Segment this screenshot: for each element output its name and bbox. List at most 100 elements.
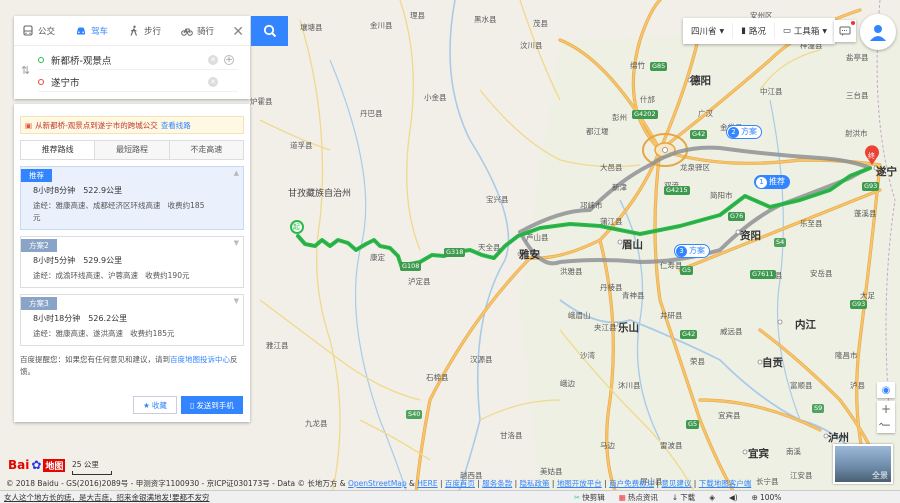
favorite-button[interactable]: ★ 收藏 <box>133 396 177 414</box>
map-label: 青神县 <box>622 291 645 300</box>
footer-link[interactable]: 商户免费标注 <box>609 479 654 488</box>
end-tag[interactable]: 终 <box>868 151 875 161</box>
chevron-down-icon[interactable]: ▼ <box>234 297 239 305</box>
map-label: 自贡 <box>762 357 783 369</box>
route-tag-number: 2 <box>728 126 739 138</box>
search-button[interactable] <box>251 16 288 46</box>
chevron-up-icon[interactable]: ▲ <box>234 169 239 177</box>
route-plan-1[interactable]: 推荐 ▲ 8小时8分钟 522.9公里 途经：雅康高速、成都经济区环线高速 收费约… <box>20 166 244 230</box>
here-link[interactable]: HERE <box>417 479 437 488</box>
route-tag-2[interactable]: 2 方案 <box>726 125 762 139</box>
hot-news-button[interactable]: ▦ 热点资讯 <box>619 492 658 503</box>
highway-shield: G93 <box>862 182 880 191</box>
download-button[interactable]: ↓ 下载 <box>672 492 695 503</box>
map-label: 丹棱县 <box>600 283 623 292</box>
traffic-icon: ▮ <box>741 26 746 36</box>
quick-clip-button[interactable]: ✂ 快剪辑 <box>574 492 605 503</box>
footer-link[interactable]: 百度首页 <box>445 479 475 488</box>
route-plan-2[interactable]: 方案2 ▼ 8小时5分钟 529.9公里 途经：成渝环线高速、沪蓉高速 收费约19… <box>20 236 244 288</box>
route-tag-3[interactable]: 3 方案 <box>674 244 710 258</box>
tab-bus[interactable]: 公交 <box>22 24 75 37</box>
map-label: 新津 <box>612 183 627 192</box>
view-lines-link[interactable]: 查看线路 <box>161 120 191 131</box>
tab-walk[interactable]: 步行 <box>128 25 181 37</box>
tab-bike-label: 骑行 <box>197 26 215 37</box>
shield-status[interactable]: ◈ <box>709 493 715 502</box>
user-avatar[interactable] <box>860 14 896 50</box>
highway-shield: G318 <box>444 248 466 257</box>
message-button[interactable] <box>834 20 856 42</box>
chevron-down-icon[interactable]: ▼ <box>234 239 239 247</box>
osm-link[interactable]: OpenStreetMap <box>348 479 407 488</box>
add-waypoint-icon[interactable]: + <box>224 54 234 65</box>
highway-shield: G42 <box>690 130 708 139</box>
map-label: 泸县 <box>850 381 865 390</box>
highway-shield: S9 <box>812 404 825 413</box>
speaker-icon: ◀) <box>728 492 738 502</box>
start-field[interactable]: 新都桥-观景点 ✕ + <box>38 50 238 70</box>
plan-time: 8小时8分钟 <box>33 186 76 195</box>
highway-shield: G76 <box>728 212 746 221</box>
route-search-box: 公交 驾车 步行 骑行 ✕ ⇅ 新都桥-观景点 ✕ + 遂宁市 ✕ <box>14 16 250 99</box>
start-tag[interactable]: 起 <box>293 222 300 232</box>
traffic-button[interactable]: ▮ 路况 <box>733 23 775 39</box>
map-label: 九龙县 <box>305 419 328 428</box>
map-label: 眉山 <box>622 239 643 251</box>
clear-start-icon[interactable]: ✕ <box>208 54 218 65</box>
route-plan-3[interactable]: 方案3 ▼ 8小时18分钟 526.2公里 途经：雅康高速、遂洪高速 收费约185… <box>20 294 244 346</box>
traffic-label: 路况 <box>748 27 766 37</box>
intercity-bus-notice[interactable]: ▣ 从新都桥-观景点到遂宁市的跨城公交 查看线路 <box>20 116 244 134</box>
map-label: 安岳县 <box>810 269 833 278</box>
highway-shield: G42 <box>680 330 698 339</box>
tab-no-highway[interactable]: 不走高速 <box>169 141 243 159</box>
clear-end-icon[interactable]: ✕ <box>208 76 218 87</box>
close-icon[interactable]: ✕ <box>232 24 244 40</box>
route-tag-1[interactable]: 1 推荐 <box>754 175 790 189</box>
shield-icon: ◈ <box>709 492 715 502</box>
expand-icon[interactable]: ⌃ <box>877 422 885 433</box>
toolbox-icon: ▭ <box>782 26 791 36</box>
map-label: 邛崃市 <box>580 201 603 210</box>
baidu-logo[interactable]: Bai ✿ 地图 <box>8 458 66 472</box>
highway-shield: G5 <box>680 266 694 275</box>
route-tag-label: 方案 <box>741 127 757 136</box>
map-label: 富顺县 <box>790 381 813 390</box>
plan-badge: 推荐 <box>21 169 52 182</box>
footer-link[interactable]: 隐私政策 <box>520 479 550 488</box>
map-label: 荣县 <box>690 357 705 366</box>
region-selector[interactable]: 四川省 ▼ <box>683 23 734 39</box>
footer-link[interactable]: 意见建议 <box>661 479 691 488</box>
footer-link[interactable]: 地图开放平台 <box>557 479 602 488</box>
tab-recommended[interactable]: 推荐路线 <box>21 141 96 159</box>
panorama-thumbnail[interactable]: 全景 <box>833 444 893 484</box>
footer-link[interactable]: 下载地图客户端 <box>699 479 752 488</box>
route-results-panel: ▣ 从新都桥-观景点到遂宁市的跨城公交 查看线路 推荐路线 最短路程 不走高速 … <box>14 104 250 422</box>
locate-button[interactable]: ◉ <box>877 382 895 398</box>
zoom-level-label: 100% <box>759 492 782 502</box>
tab-bike[interactable]: 骑行 <box>181 25 234 37</box>
plan-toll: 收费约185 <box>167 201 205 210</box>
map-label: 雅江县 <box>266 341 289 350</box>
toolbox-button[interactable]: ▭ 工具箱 ▼ <box>775 23 835 39</box>
map-label: 什邡 <box>640 95 655 104</box>
map-label: 蒲江县 <box>600 217 623 226</box>
plan-distance: 526.2公里 <box>88 314 128 323</box>
chevron-down-icon: ▼ <box>822 27 828 35</box>
zoom-in-icon[interactable]: + <box>877 401 895 417</box>
map-label: 三台县 <box>846 91 869 100</box>
zoom-level[interactable]: ⊕ 100% <box>752 493 782 502</box>
volume-status[interactable]: ◀) <box>729 493 738 502</box>
map-label: 汶川县 <box>520 41 543 50</box>
end-field[interactable]: 遂宁市 ✕ <box>38 72 238 92</box>
user-icon <box>870 25 886 41</box>
footer-link[interactable]: 服务条款 <box>482 479 512 488</box>
news-ticker[interactable]: 女人这个地方长的痣，是大吉痣，招来金银满地发!要都不发穷 <box>0 492 560 503</box>
swap-icon[interactable]: ⇅ <box>21 64 30 77</box>
highway-shield: G4202 <box>632 110 658 119</box>
tab-shortest[interactable]: 最短路程 <box>95 141 170 159</box>
tab-car[interactable]: 驾车 <box>75 25 128 37</box>
plan-toll-unit: 元 <box>33 213 41 222</box>
tab-car-label: 驾车 <box>91 26 109 37</box>
send-to-phone-button[interactable]: ▯ 发送到手机 <box>181 396 243 414</box>
complaint-center-link[interactable]: 百度地图投诉中心 <box>170 355 230 364</box>
